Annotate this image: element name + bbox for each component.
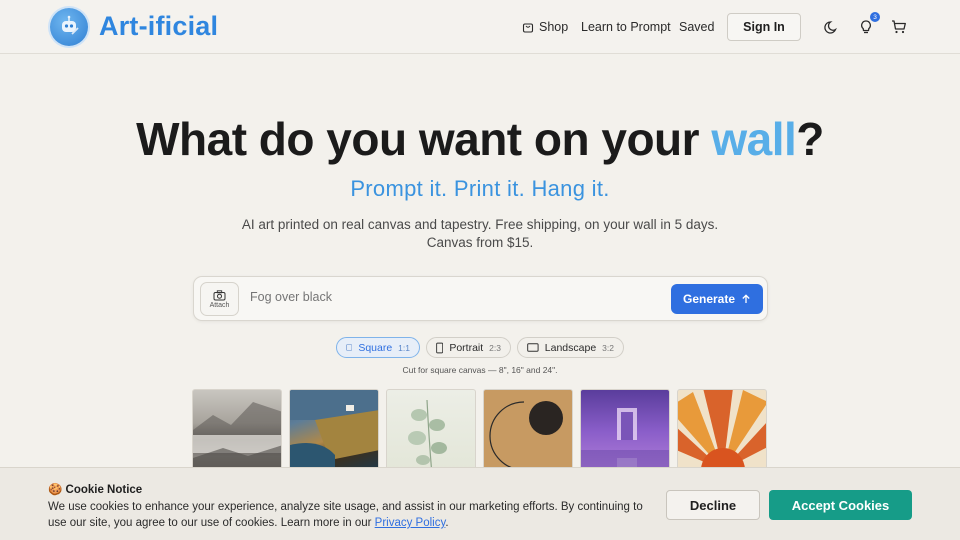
example-thumbnail-eucalyptus[interactable] [386,389,476,474]
nav-learn-to-prompt[interactable]: Learn to Prompt [581,20,671,34]
ratio-chip-square[interactable]: Square 1:1 [336,337,420,358]
brand-name[interactable]: Art-ificial [99,11,218,42]
example-thumbnail-sunburst[interactable] [677,389,767,474]
arrow-up-icon [742,294,750,303]
nav-shop-label: Shop [539,20,569,34]
bag-icon [522,23,534,33]
nav-shop[interactable]: Shop [522,20,568,34]
cart-icon[interactable] [890,18,908,36]
generate-label: Generate [682,292,736,306]
hero-tagline: Prompt it. Print it. Hang it. [350,176,610,201]
ratio-chip-landscape[interactable]: Landscape 3:2 [517,337,624,358]
privacy-policy-link[interactable]: Privacy Policy [375,517,446,529]
robot-logo-icon[interactable] [50,8,88,46]
square-icon [346,344,353,351]
camera-icon [213,289,226,300]
example-thumbnail-abstract-circle[interactable] [483,389,573,474]
landscape-icon [527,343,539,352]
cookie-text: We use cookies to enhance your experienc… [48,501,643,529]
cookie-banner: 🍪 Cookie Notice We use cookies to enhanc… [0,467,960,540]
attach-button[interactable]: Attach [200,282,239,316]
ratio-chip-portrait[interactable]: Portrait 2:3 [426,337,511,358]
sign-in-button[interactable]: Sign In [727,13,801,41]
hero-title: What do you want on your wall? [136,113,824,165]
prompt-input[interactable] [250,290,650,304]
nav-saved[interactable]: Saved [679,20,714,34]
prompt-box: Attach Generate [193,276,768,321]
accept-cookies-button[interactable]: Accept Cookies [769,490,912,520]
cut-note: Cut for square canvas — 8", 16" and 24". [402,365,558,375]
notification-badge: 3 [870,12,880,22]
decline-button[interactable]: Decline [666,490,760,520]
cookie-title: 🍪 Cookie Notice [48,484,143,496]
attach-label: Attach [209,301,230,309]
hero-title-accent: wall [711,113,797,165]
generate-button[interactable]: Generate [671,284,763,314]
hero-description: AI art printed on real canvas and tapest… [241,217,719,250]
header: Art-ificial Shop Learn to Prompt Saved S… [0,0,960,54]
example-thumbnail-coast[interactable] [289,389,379,474]
moon-icon[interactable] [823,18,841,36]
example-thumbnail-fog[interactable] [192,389,282,474]
example-thumbnail-purple-door[interactable] [580,389,670,474]
portrait-icon [436,342,444,353]
